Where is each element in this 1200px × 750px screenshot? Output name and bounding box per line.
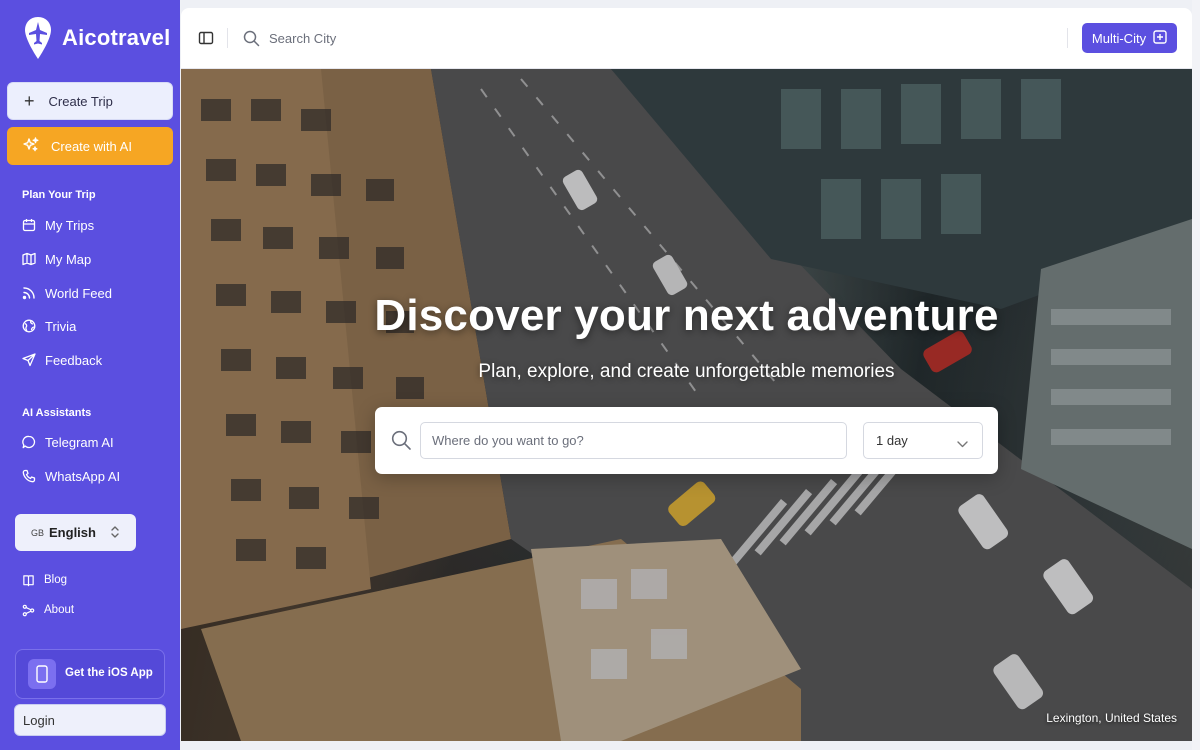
city-aerial-background-image bbox=[181, 69, 1192, 741]
section-label-plan: Plan Your Trip bbox=[22, 189, 96, 201]
sidebar-item-label: Feedback bbox=[45, 352, 103, 368]
hero-subtitle: Plan, explore, and create unforgettable … bbox=[478, 361, 895, 382]
calendar-icon bbox=[22, 219, 36, 232]
plane-pin-logo-icon bbox=[22, 15, 54, 61]
sidebar-item-trivia[interactable]: Trivia bbox=[22, 315, 76, 337]
share-icon bbox=[22, 604, 35, 616]
page-edge bbox=[1192, 0, 1200, 750]
multi-city-label: Multi-City bbox=[1091, 30, 1147, 46]
sidebar-item-whatsapp-ai[interactable]: WhatsApp AI bbox=[22, 465, 120, 487]
sidebar-item-telegram-ai[interactable]: Telegram AI bbox=[22, 431, 114, 453]
sidebar-item-label: My Map bbox=[45, 251, 92, 267]
divider bbox=[227, 28, 228, 48]
phone-icon bbox=[22, 469, 36, 483]
book-icon bbox=[23, 574, 34, 586]
city-search-input[interactable] bbox=[269, 26, 469, 50]
sidebar-item-label: World Feed bbox=[45, 285, 112, 301]
create-with-ai-label: Create with AI bbox=[51, 138, 132, 154]
trip-duration-value: 1 day bbox=[876, 433, 908, 448]
sidebar-item-label: My Trips bbox=[45, 217, 95, 233]
search-icon bbox=[243, 30, 260, 47]
language-selector[interactable]: GB English bbox=[15, 514, 136, 551]
sidebar-toggle-icon[interactable] bbox=[198, 30, 214, 46]
chevron-down-icon bbox=[957, 436, 968, 451]
hero-title: Discover your next adventure bbox=[374, 291, 999, 340]
sidebar-item-feedback[interactable]: Feedback bbox=[22, 349, 102, 371]
globe-icon bbox=[22, 319, 36, 333]
create-with-ai-button[interactable]: Create with AI bbox=[7, 127, 173, 165]
multi-city-button[interactable]: Multi-City bbox=[1082, 23, 1177, 53]
divider bbox=[1067, 28, 1068, 48]
language-name: English bbox=[49, 525, 96, 540]
send-icon bbox=[22, 353, 36, 367]
sidebar-item-world-feed[interactable]: World Feed bbox=[22, 282, 112, 304]
map-icon bbox=[22, 252, 36, 266]
destination-input[interactable] bbox=[420, 422, 847, 459]
language-code: GB bbox=[31, 527, 45, 538]
sidebar-item-label: WhatsApp AI bbox=[45, 468, 121, 484]
sidebar-item-label: About bbox=[44, 604, 75, 616]
chevron-up-down-icon bbox=[110, 524, 120, 545]
sidebar-item-about[interactable]: About bbox=[22, 599, 74, 621]
search-icon bbox=[391, 430, 412, 451]
smartphone-icon bbox=[28, 659, 56, 689]
sparkles-icon bbox=[23, 136, 39, 156]
sidebar-item-label: Blog bbox=[44, 574, 68, 586]
sidebar-item-blog[interactable]: Blog bbox=[22, 569, 67, 591]
photo-location-caption: Lexington, United States bbox=[1046, 711, 1177, 725]
sidebar-item-label: Telegram AI bbox=[45, 434, 114, 450]
sidebar: Aicotravel + Create Trip Create with AI … bbox=[0, 0, 180, 750]
top-bar: Multi-City bbox=[181, 8, 1192, 69]
get-ios-app-card[interactable]: Get the iOS App bbox=[15, 649, 165, 699]
create-trip-label: Create Trip bbox=[48, 93, 113, 109]
brand-name: Aicotravel bbox=[62, 25, 171, 50]
brand-logo[interactable]: Aicotravel bbox=[22, 14, 170, 62]
plus-icon: + bbox=[24, 91, 35, 111]
sidebar-item-my-map[interactable]: My Map bbox=[22, 248, 91, 270]
rss-icon bbox=[22, 287, 35, 300]
hero-section: Discover your next adventure Plan, explo… bbox=[181, 69, 1192, 741]
plus-square-icon bbox=[1153, 29, 1167, 47]
create-trip-button[interactable]: + Create Trip bbox=[7, 82, 173, 120]
ios-app-label: Get the iOS App bbox=[65, 667, 153, 679]
sidebar-item-label: Trivia bbox=[45, 318, 77, 334]
login-button[interactable]: Login bbox=[14, 704, 166, 736]
section-label-ai: AI Assistants bbox=[22, 407, 92, 419]
sidebar-item-my-trips[interactable]: My Trips bbox=[22, 214, 94, 236]
chat-bubble-icon bbox=[22, 435, 36, 449]
trip-duration-select[interactable]: 1 day bbox=[863, 422, 983, 459]
trip-search-card: 1 day bbox=[375, 407, 998, 474]
